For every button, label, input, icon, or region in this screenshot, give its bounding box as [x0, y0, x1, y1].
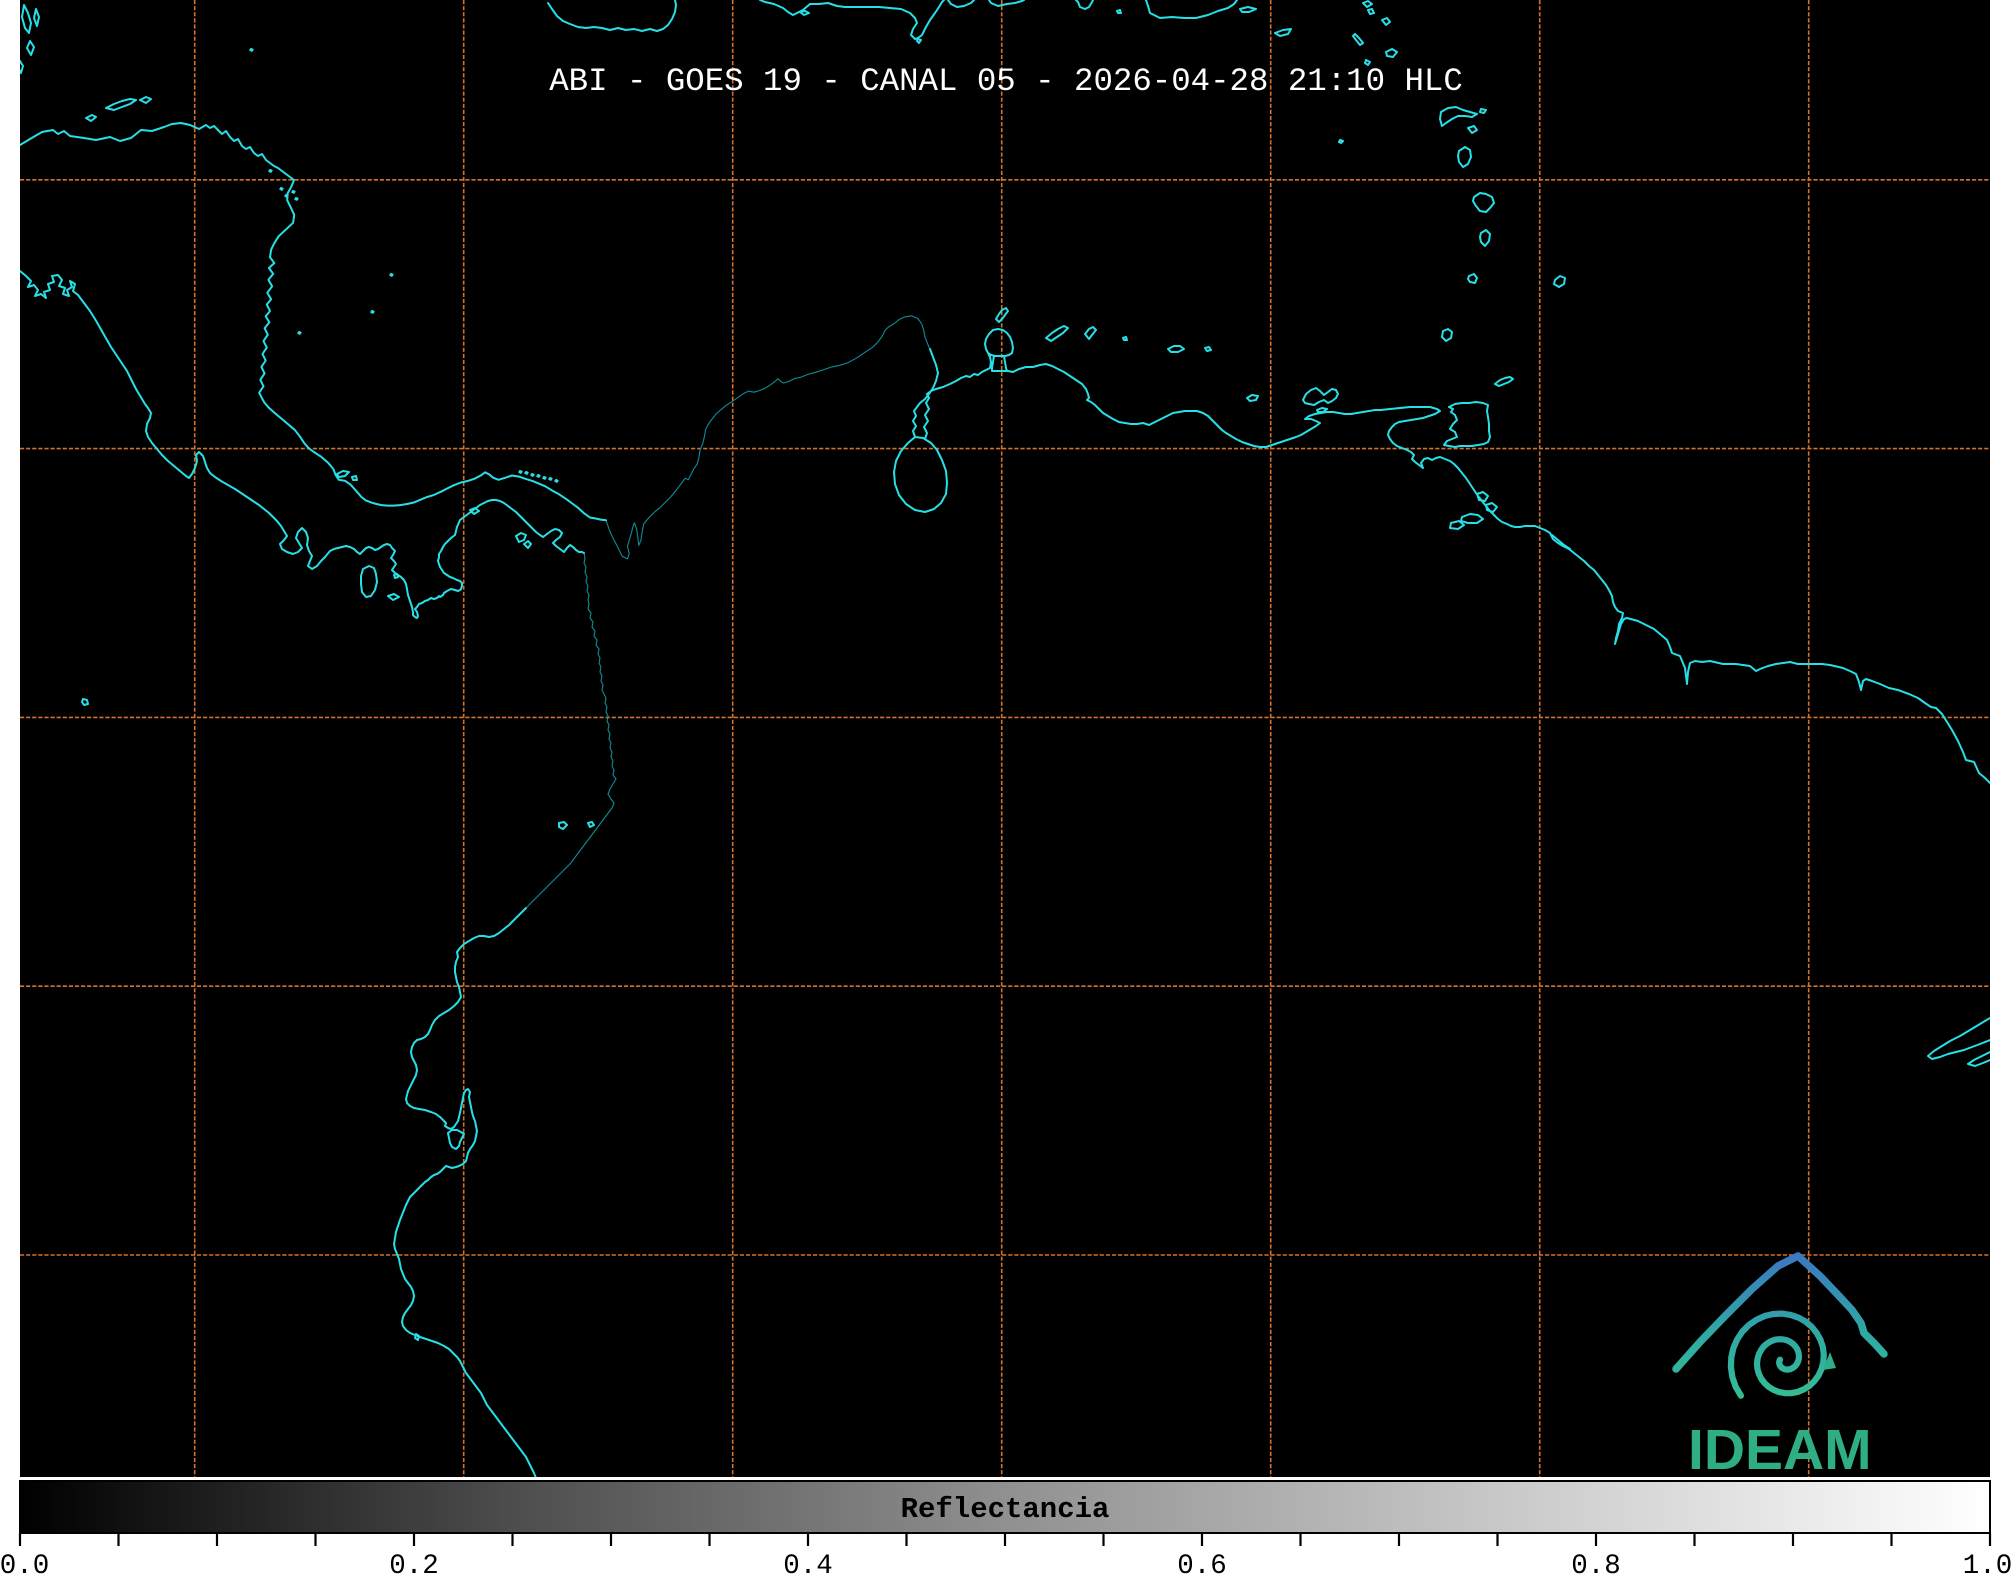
svg-text:0.2: 0.2 [389, 1551, 439, 1577]
svg-text:0.0: 0.0 [0, 1551, 49, 1577]
svg-text:Reflectancia: Reflectancia [901, 1493, 1110, 1526]
svg-text:1.0: 1.0 [1963, 1551, 2011, 1577]
svg-text:0.4: 0.4 [783, 1551, 833, 1577]
svg-text:IDEAM: IDEAM [1688, 1418, 1872, 1482]
svg-text:0.6: 0.6 [1177, 1551, 1227, 1577]
svg-text:ABI - GOES 19 - CANAL 05 - 202: ABI - GOES 19 - CANAL 05 - 2026-04-28 21… [549, 63, 1463, 100]
svg-text:0.8: 0.8 [1571, 1551, 1621, 1577]
